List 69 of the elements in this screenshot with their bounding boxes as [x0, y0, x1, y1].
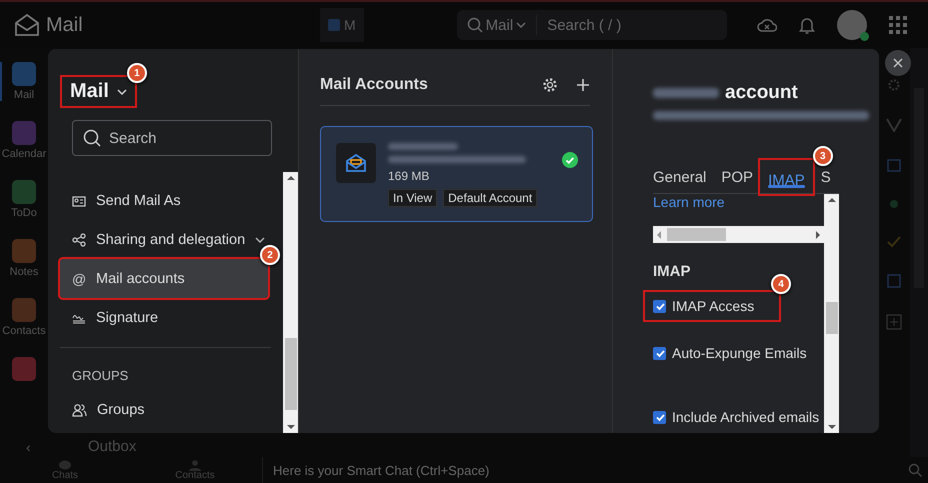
menu-item[interactable]: Signature [60, 298, 268, 337]
panel-title: Mail Accounts [320, 76, 429, 94]
people-icon [72, 402, 87, 416]
search-placeholder: Search [109, 130, 157, 146]
menu-item[interactable]: Send Mail As [60, 181, 268, 220]
contact-card-icon [72, 194, 86, 206]
search-placeholder: Search ( / ) [546, 16, 622, 34]
checkbox-option[interactable]: Include Archived emails [653, 405, 821, 429]
page-scrollbar[interactable] [910, 48, 928, 457]
annotation-badge: 4 [771, 274, 791, 294]
share-icon [72, 232, 86, 246]
search-field[interactable]: Search [72, 120, 272, 156]
section-heading: IMAP [653, 263, 692, 280]
scroll-right-icon[interactable] [816, 230, 820, 238]
section-heading: GROUPS [71, 366, 130, 384]
cloud-icon[interactable] [756, 16, 777, 34]
close-icon [893, 58, 903, 68]
settings-icon[interactable] [542, 77, 558, 93]
annotation-badge: 1 [126, 63, 147, 83]
caret-icon [516, 22, 526, 28]
menu-item[interactable]: Groups [60, 390, 268, 429]
apps-grid-icon[interactable] [888, 16, 907, 34]
scrollbar-thumb[interactable] [826, 302, 838, 334]
annotation-badge: 2 [260, 245, 280, 265]
checkbox-option[interactable]: IMAP Access [645, 292, 779, 320]
scrollbar[interactable] [824, 194, 839, 433]
person-icon [189, 460, 201, 470]
tab-underline [768, 185, 805, 188]
app-title: Mail [46, 14, 83, 36]
account-card[interactable]: 169 MB In View Default Account [320, 126, 593, 222]
scroll-up-icon[interactable] [828, 198, 836, 202]
search-icon [466, 17, 483, 33]
v-icon[interactable] [886, 118, 902, 132]
storage-size: 169 MB [388, 169, 430, 183]
scrollbar-thumb[interactable] [284, 338, 296, 410]
status-dot [860, 32, 869, 41]
tab[interactable]: General [653, 159, 722, 193]
folder-label: Outbox [88, 438, 138, 455]
bell-icon[interactable] [798, 16, 815, 34]
envelope-icon [14, 13, 40, 37]
menu-item[interactable]: @ Mail accounts [60, 259, 268, 298]
at-sign-icon: @ [72, 270, 86, 286]
mail-icon [328, 19, 340, 31]
annotation-badge: 3 [812, 146, 833, 166]
search-icon [83, 129, 101, 147]
horizontal-scrollbar[interactable] [653, 226, 824, 243]
gear-icon[interactable] [887, 78, 901, 92]
account-title: account [725, 82, 798, 104]
check-icon[interactable] [887, 236, 901, 248]
plus-icon[interactable] [576, 78, 590, 92]
caret-icon [116, 88, 127, 94]
redacted-text [653, 88, 719, 98]
avatar[interactable] [836, 10, 867, 40]
scroll-down-icon[interactable] [828, 425, 836, 429]
search-icon[interactable] [908, 463, 922, 477]
learn-more-link[interactable]: Learn more [653, 194, 725, 210]
account-tag: Default Account [443, 189, 538, 207]
add-widget-icon[interactable] [886, 314, 902, 330]
checkbox[interactable] [653, 410, 666, 424]
scrollbar[interactable] [283, 172, 298, 433]
account-tag: In View [388, 189, 438, 207]
scrollbar-thumb[interactable] [667, 228, 726, 241]
open-envelope-icon [345, 153, 367, 173]
checkbox[interactable] [653, 346, 666, 360]
chat-bubble-icon [58, 460, 72, 470]
checkbox-option[interactable]: Auto-Expunge Emails [653, 341, 821, 365]
scroll-left-icon[interactable] [657, 230, 661, 238]
redacted-text [388, 143, 458, 150]
checkbox[interactable] [653, 300, 666, 312]
